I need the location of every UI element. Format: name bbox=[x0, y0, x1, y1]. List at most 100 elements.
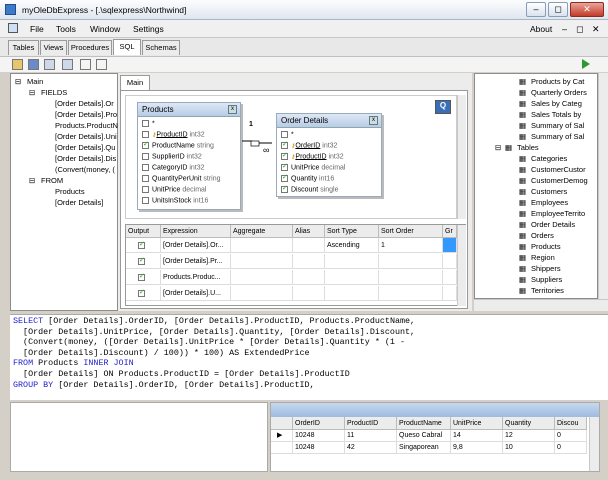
grid-header[interactable]: Aggregate bbox=[231, 225, 293, 238]
doc-restore-icon[interactable]: ◻ bbox=[576, 24, 583, 35]
grid-aggregate[interactable] bbox=[231, 270, 293, 285]
column-checkbox[interactable] bbox=[281, 131, 288, 138]
results-header[interactable]: OrderID bbox=[293, 417, 345, 430]
column-checkbox[interactable] bbox=[142, 120, 149, 127]
grid-expression[interactable]: [Order Details].U... bbox=[161, 286, 231, 301]
tree-field-item[interactable]: [Order Details].Dis bbox=[55, 154, 116, 163]
tree-view-item[interactable]: Summary of Sal bbox=[531, 132, 584, 141]
tab-tables[interactable]: Tables bbox=[8, 40, 39, 55]
tab-schemas[interactable]: Schemas bbox=[142, 40, 180, 55]
menu-file[interactable]: File bbox=[30, 24, 44, 34]
tree-table-item[interactable]: Customers bbox=[531, 187, 567, 196]
tree-field-item[interactable]: Products.ProductN bbox=[55, 121, 118, 130]
grid-header[interactable]: Sort Order bbox=[379, 225, 443, 238]
menu-about[interactable]: About bbox=[530, 24, 552, 34]
grid-sort-type[interactable] bbox=[325, 270, 379, 285]
tree-view-item[interactable]: Sales Totals by bbox=[531, 110, 581, 119]
tree-collapse-icon[interactable]: ⊟ bbox=[29, 176, 35, 185]
row-selector[interactable] bbox=[271, 442, 293, 454]
tree-collapse-icon[interactable]: ⊟ bbox=[495, 143, 501, 152]
column-checkbox[interactable] bbox=[281, 184, 288, 193]
grid-sort-order[interactable] bbox=[379, 254, 443, 269]
tree-view-item[interactable]: Summary of Sal bbox=[531, 121, 584, 130]
close-icon[interactable]: x bbox=[228, 105, 237, 114]
tree-field-item[interactable]: [Order Details].Uni bbox=[55, 132, 117, 141]
grid-header[interactable]: Alias bbox=[293, 225, 325, 238]
column-checkbox[interactable] bbox=[281, 173, 288, 182]
results-header[interactable]: ProductName bbox=[397, 417, 451, 430]
results-cell[interactable]: Singaporean bbox=[397, 442, 451, 454]
output-checkbox[interactable] bbox=[126, 270, 161, 285]
tree-table-item[interactable]: Orders bbox=[531, 231, 554, 240]
grid-group-cell[interactable] bbox=[443, 270, 457, 285]
grid-header[interactable]: Expression bbox=[161, 225, 231, 238]
tree-from-item[interactable]: Products bbox=[55, 187, 85, 196]
results-cell[interactable]: 10248 bbox=[293, 442, 345, 454]
results-cell[interactable]: 0 bbox=[555, 442, 587, 454]
column-checkbox[interactable] bbox=[281, 140, 288, 149]
tree-table-item[interactable]: CustomerCustor bbox=[531, 165, 586, 174]
tree-field-item[interactable]: [Order Details].Pro bbox=[55, 110, 117, 119]
results-header[interactable]: Discou bbox=[555, 417, 587, 430]
column-checkbox[interactable] bbox=[142, 153, 149, 160]
tab-sql[interactable]: SQL bbox=[113, 39, 141, 55]
column-checkbox[interactable] bbox=[142, 175, 149, 182]
grid-scrollbar[interactable] bbox=[457, 225, 466, 306]
tree-tables[interactable]: Tables bbox=[517, 143, 539, 152]
grid-alias[interactable] bbox=[293, 270, 325, 285]
tree-table-item[interactable]: Suppliers bbox=[531, 275, 562, 284]
grid-aggregate[interactable] bbox=[231, 286, 293, 301]
results-cell[interactable]: Queso Cabral bbox=[397, 430, 451, 442]
query-options-icon[interactable]: Q bbox=[435, 100, 451, 114]
save-icon[interactable] bbox=[28, 59, 39, 70]
tree-table-item[interactable]: Shippers bbox=[531, 264, 561, 273]
tab-views[interactable]: Views bbox=[40, 40, 67, 55]
properties-icon[interactable] bbox=[62, 59, 73, 70]
grid-aggregate[interactable] bbox=[231, 238, 293, 253]
schema-tree-scrollbar[interactable] bbox=[598, 73, 608, 299]
run-icon[interactable] bbox=[582, 59, 590, 69]
tree-view-item[interactable]: Products by Cat bbox=[531, 77, 584, 86]
tree-table-item[interactable]: Territories bbox=[531, 286, 564, 295]
grid-sort-type[interactable] bbox=[325, 286, 379, 301]
grid-sort-order[interactable]: 1 bbox=[379, 238, 443, 253]
grid-alias[interactable] bbox=[293, 286, 325, 301]
output-checkbox[interactable] bbox=[126, 238, 161, 253]
list-format-icon[interactable] bbox=[96, 59, 107, 70]
tree-table-item[interactable]: Order Details bbox=[531, 220, 575, 229]
column-checkbox[interactable] bbox=[281, 151, 288, 160]
products-table-box[interactable]: Products x * ⚷ProductID int32 ProductNam… bbox=[137, 102, 241, 210]
tree-from[interactable]: FROM bbox=[41, 176, 63, 185]
column-checkbox[interactable] bbox=[142, 131, 149, 138]
tree-table-item[interactable]: Products bbox=[531, 242, 561, 251]
tree-from-item[interactable]: [Order Details] bbox=[55, 198, 103, 207]
results-cell[interactable]: 42 bbox=[345, 442, 397, 454]
orderdetails-table-box[interactable]: Order Details x * ⚷OrderID int32 ⚷Produc… bbox=[276, 113, 382, 197]
tab-main[interactable]: Main bbox=[120, 75, 150, 91]
schema-tree-hscrollbar[interactable] bbox=[474, 299, 608, 311]
column-checkbox[interactable] bbox=[142, 164, 149, 171]
menu-settings[interactable]: Settings bbox=[133, 24, 164, 34]
tree-field-item[interactable]: [Order Details].Or bbox=[55, 99, 114, 108]
results-header[interactable]: ProductID bbox=[345, 417, 397, 430]
results-cell[interactable]: 0 bbox=[555, 430, 587, 442]
results-scrollbar[interactable] bbox=[589, 417, 599, 471]
grid-alias[interactable] bbox=[293, 238, 325, 253]
sql-editor[interactable]: SELECT [Order Details].OrderID, [Order D… bbox=[10, 314, 608, 400]
column-checkbox[interactable] bbox=[142, 140, 149, 149]
doc-icon[interactable] bbox=[8, 23, 18, 33]
results-cell[interactable]: 11 bbox=[345, 430, 397, 442]
grid-sort-order[interactable] bbox=[379, 286, 443, 301]
menu-window[interactable]: Window bbox=[90, 24, 120, 34]
tree-field-item[interactable]: (Convert(money, ( bbox=[55, 165, 115, 174]
menu-tools[interactable]: Tools bbox=[56, 24, 76, 34]
grid-header[interactable]: Sort Type bbox=[325, 225, 379, 238]
column-checkbox[interactable] bbox=[142, 186, 149, 193]
results-cell[interactable]: 10248 bbox=[293, 430, 345, 442]
output-checkbox[interactable] bbox=[126, 286, 161, 301]
tree-table-item[interactable]: Employees bbox=[531, 198, 568, 207]
results-header[interactable]: Quantity bbox=[503, 417, 555, 430]
tree-fields[interactable]: FIELDS bbox=[41, 88, 67, 97]
tree-view-item[interactable]: Sales by Categ bbox=[531, 99, 582, 108]
grid-aggregate[interactable] bbox=[231, 254, 293, 269]
